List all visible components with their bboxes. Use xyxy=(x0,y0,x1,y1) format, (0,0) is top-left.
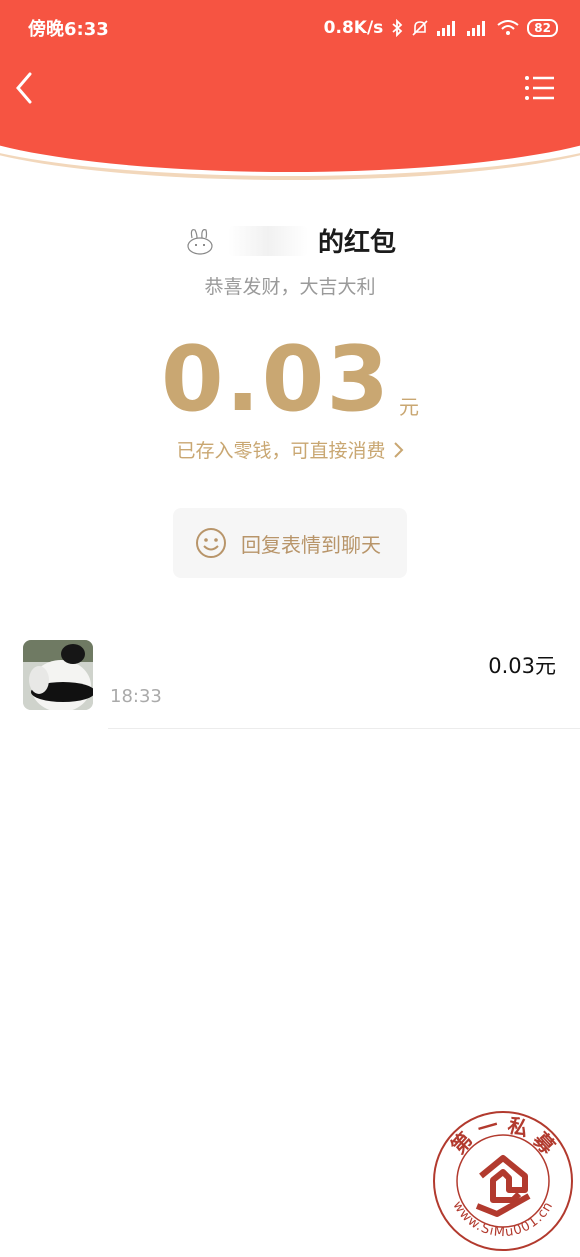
signal-icon xyxy=(437,21,456,36)
status-time: 傍晚6:33 xyxy=(28,19,109,40)
bluetooth-icon xyxy=(392,19,403,37)
status-icons: 0.8K/s 82 xyxy=(324,18,558,38)
record-amount: 0.03元 xyxy=(488,654,556,678)
wifi-icon xyxy=(497,20,519,35)
mute-bell-icon xyxy=(412,20,428,36)
record-time: 18:33 xyxy=(110,686,162,707)
stored-text: 已存入零钱，可直接消费 xyxy=(176,440,386,462)
back-chevron-icon[interactable] xyxy=(10,70,40,106)
header-arc-glow xyxy=(0,120,580,180)
red-packet-detail-page: 傍晚6:33 0.8K/s 82 的红包 恭喜发财，大吉大利 0.03 元 已存… xyxy=(0,0,580,1257)
status-bar: 傍晚6:33 0.8K/s 82 xyxy=(0,0,580,56)
row-divider xyxy=(108,728,580,729)
battery-indicator: 82 xyxy=(527,19,558,37)
reply-button-label: 回复表情到聊天 xyxy=(241,532,381,557)
sender-row: 的红包 xyxy=(0,222,580,259)
list-menu-icon[interactable] xyxy=(524,74,556,102)
chevron-right-icon xyxy=(393,442,403,458)
network-speed: 0.8K/s xyxy=(323,18,384,38)
sender-avatar xyxy=(187,228,213,255)
receive-record-row[interactable]: 18:33 0.03元 xyxy=(0,640,580,730)
receiver-avatar xyxy=(23,640,93,710)
signal-icon-2 xyxy=(467,21,486,36)
sender-name-blurred xyxy=(227,225,308,256)
amount-unit: 元 xyxy=(399,395,420,419)
watermark-seal: 第 一 私 募 www.SiMu001.cn xyxy=(433,1111,573,1251)
blessing-text: 恭喜发财，大吉大利 xyxy=(204,276,376,298)
stored-in-change-link[interactable]: 已存入零钱，可直接消费 xyxy=(0,436,580,463)
amount-row: 0.03 元 xyxy=(0,330,580,430)
reply-sticker-button[interactable]: 回复表情到聊天 xyxy=(173,508,407,578)
panda-avatar-image xyxy=(23,640,93,710)
amount-value: 0.03 xyxy=(160,327,392,432)
smiley-icon xyxy=(196,528,226,558)
sender-title: 的红包 xyxy=(317,228,396,258)
